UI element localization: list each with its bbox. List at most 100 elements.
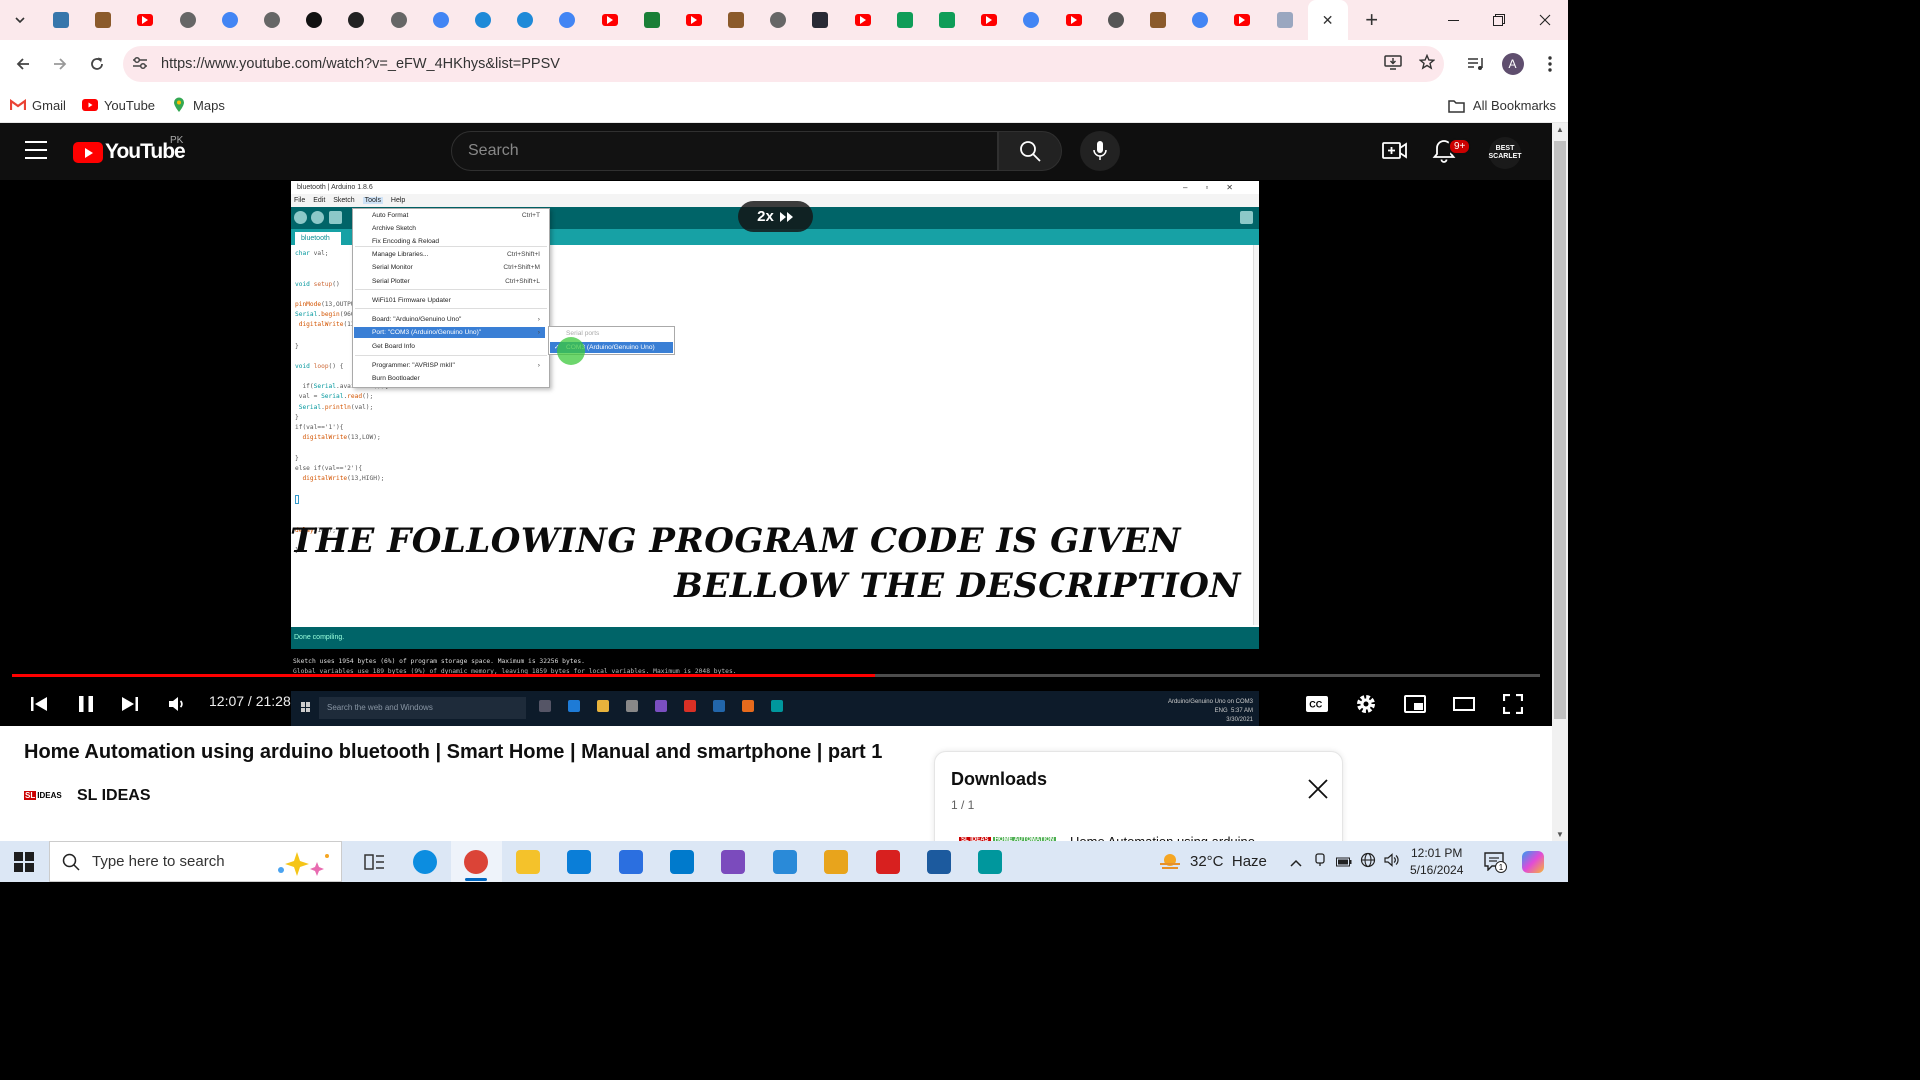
taskbar-app[interactable] [348,841,399,882]
notification-center-button[interactable]: 1 [1484,851,1507,873]
browser-tab[interactable] [799,0,841,40]
theater-mode-button[interactable] [1446,686,1482,722]
browser-tab[interactable] [715,0,757,40]
close-tab-icon[interactable]: ✕ [1322,12,1334,29]
search-input[interactable] [452,132,997,170]
taskbar-app[interactable] [554,841,605,882]
browser-tab[interactable] [1053,0,1095,40]
browser-tab[interactable] [1095,0,1137,40]
account-avatar[interactable]: BEST SCARLET [1488,137,1522,169]
reload-button[interactable] [78,46,115,82]
taskbar-app[interactable] [605,841,656,882]
browser-tab[interactable] [926,0,968,40]
taskbar-app[interactable] [399,841,450,882]
downloads-close-button[interactable] [1307,778,1329,800]
progress-bar[interactable] [12,674,1540,677]
browser-tab[interactable] [842,0,884,40]
page-scrollbar[interactable]: ▲ ▼ [1552,123,1568,841]
create-button[interactable] [1382,140,1408,162]
youtube-logo[interactable]: YouTube PK [73,135,186,164]
search-button[interactable] [998,131,1062,171]
taskbar-app[interactable] [450,841,503,882]
back-button[interactable] [4,46,41,82]
channel-name[interactable]: SL IDEAS [77,787,151,805]
fullscreen-button[interactable] [1495,686,1531,722]
pause-button[interactable] [68,686,104,722]
bookmark-maps[interactable]: Maps [171,97,225,113]
all-bookmarks-button[interactable]: All Bookmarks [1448,88,1556,123]
browser-tab[interactable] [504,0,546,40]
browser-tab[interactable] [209,0,251,40]
media-control-button[interactable] [1457,40,1494,88]
browser-tab[interactable] [631,0,673,40]
browser-tab[interactable] [82,0,124,40]
taskbar-app[interactable] [965,841,1016,882]
bookmark-gmail[interactable]: Gmail [10,98,66,113]
settings-button[interactable] [1348,686,1384,722]
site-info-icon[interactable] [123,56,157,73]
browser-tab[interactable] [167,0,209,40]
bookmark-star-icon[interactable] [1410,53,1444,75]
subtitles-button[interactable]: CC [1299,686,1335,722]
browser-tab[interactable] [588,0,630,40]
copilot-icon[interactable] [1522,851,1544,873]
browser-tab[interactable] [335,0,377,40]
taskbar-app[interactable] [913,841,964,882]
channel-logo[interactable]: SL IDEAS [24,788,66,802]
close-window-button[interactable] [1522,0,1568,40]
mute-button[interactable] [159,686,195,722]
previous-button[interactable] [21,686,57,722]
taskbar-app[interactable] [502,841,553,882]
browser-tab[interactable] [1137,0,1179,40]
taskbar-app[interactable] [708,841,759,882]
network-globe-icon[interactable] [1356,852,1380,871]
next-button[interactable] [112,686,148,722]
taskbar-app[interactable] [656,841,707,882]
browser-tab[interactable] [40,0,82,40]
profile-button[interactable]: A [1494,40,1531,88]
browser-tab[interactable] [673,0,715,40]
scroll-down-icon[interactable]: ▼ [1556,830,1564,839]
menu-icon[interactable] [25,141,47,165]
bookmark-youtube[interactable]: YouTube [81,98,155,113]
browser-tab[interactable] [462,0,504,40]
browser-tab[interactable] [757,0,799,40]
url-text[interactable]: https://www.youtube.com/watch?v=_eFW_4HK… [161,56,560,72]
video-player[interactable]: bluetooth | Arduino 1.8.6 –▫✕ File Edit … [0,180,1552,726]
browser-tab[interactable] [378,0,420,40]
weather-widget[interactable]: 32°C Haze [1158,841,1267,882]
miniplayer-button[interactable] [1397,686,1433,722]
voice-search-button[interactable] [1080,131,1120,171]
meet-now-icon[interactable] [1308,853,1332,870]
youtube-search-box[interactable] [451,131,998,171]
browser-tab[interactable] [968,0,1010,40]
install-app-icon[interactable] [1376,54,1410,75]
speaker-icon[interactable] [1380,853,1404,870]
video-frame[interactable]: bluetooth | Arduino 1.8.6 –▫✕ File Edit … [291,181,1259,726]
taskbar-app[interactable] [759,841,810,882]
taskbar-search-box[interactable]: Type here to search [49,841,342,882]
browser-tab[interactable] [546,0,588,40]
scroll-up-icon[interactable]: ▲ [1556,125,1564,134]
start-button[interactable] [14,852,34,872]
taskbar-clock[interactable]: 12:01 PM 5/16/2024 [1410,845,1463,879]
browser-tab[interactable] [1263,0,1305,40]
minimize-button[interactable] [1430,0,1476,40]
browser-tab[interactable] [124,0,166,40]
browser-tab[interactable] [1010,0,1052,40]
browser-tab[interactable] [293,0,335,40]
tab-search-button[interactable] [0,0,40,40]
browser-tab[interactable] [884,0,926,40]
browser-tab[interactable] [1179,0,1221,40]
new-tab-button[interactable]: + [1352,0,1392,40]
active-tab[interactable]: ✕ [1307,0,1348,40]
taskbar-app[interactable] [862,841,913,882]
browser-tab[interactable] [251,0,293,40]
chevron-up-icon[interactable] [1284,854,1308,870]
battery-icon[interactable] [1332,854,1356,870]
forward-button[interactable] [41,46,78,82]
scrollbar-thumb[interactable] [1554,141,1566,719]
browser-tab[interactable] [420,0,462,40]
browser-tab[interactable] [1221,0,1263,40]
taskbar-app[interactable] [811,841,862,882]
